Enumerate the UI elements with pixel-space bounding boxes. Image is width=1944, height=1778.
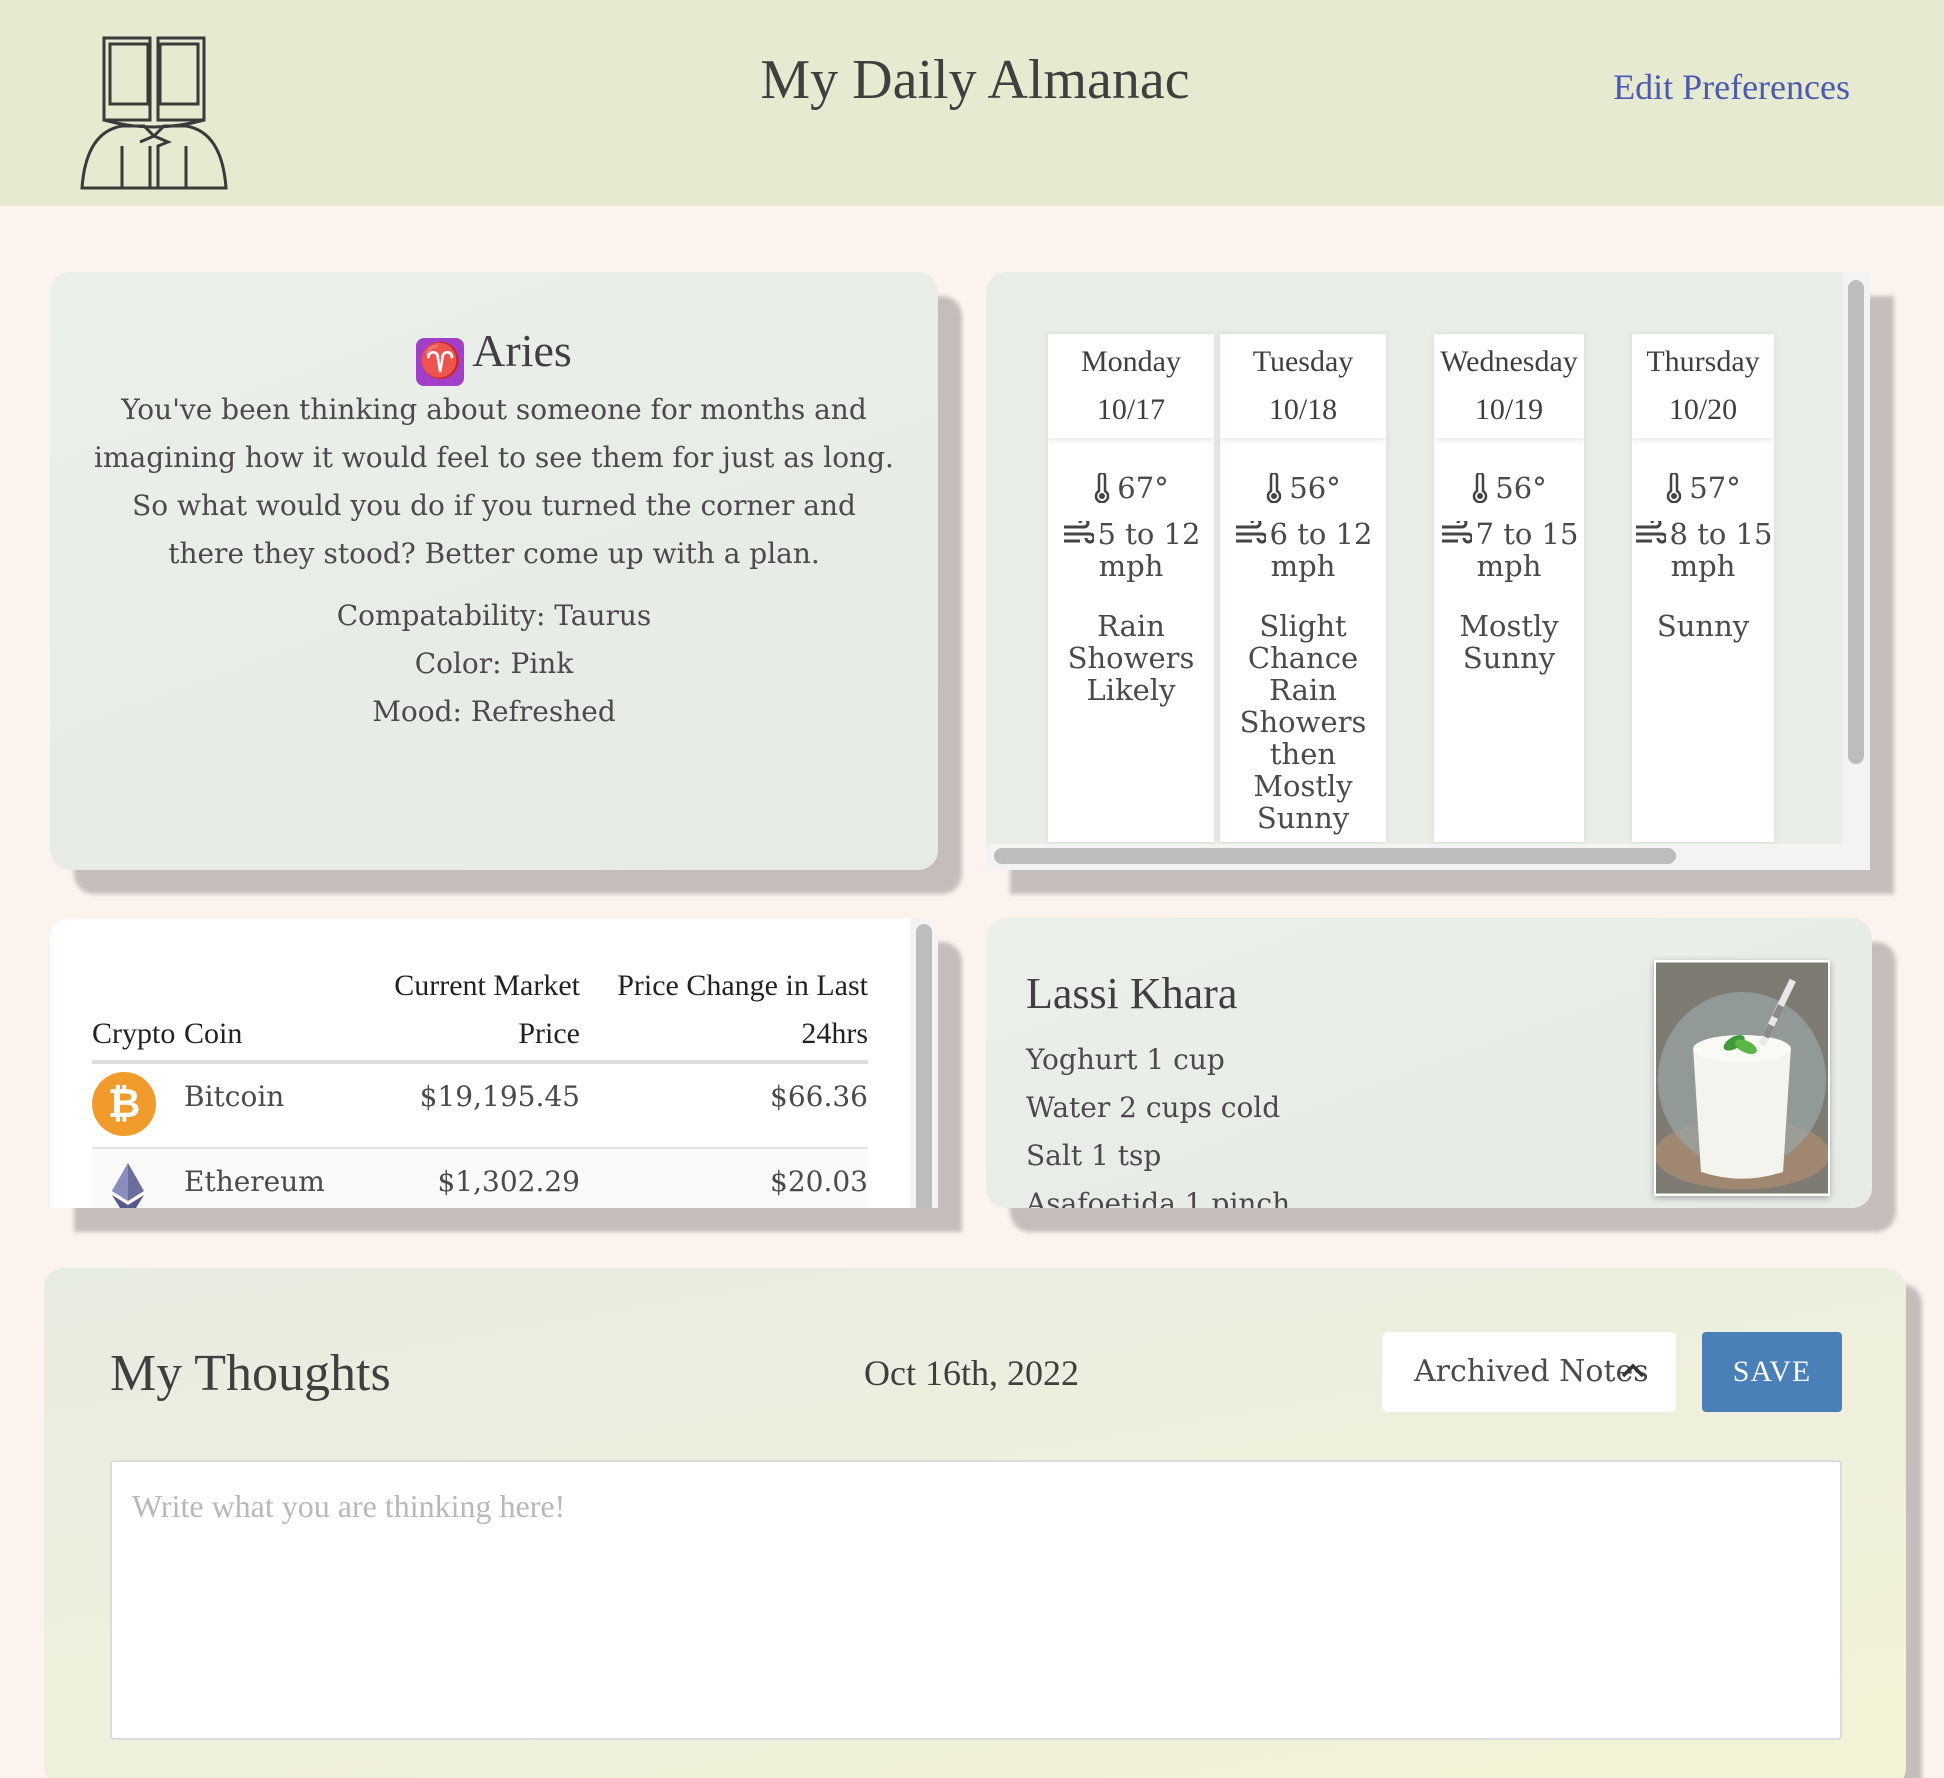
forecast-day: Thursday 10/20 57° 8 to 15 mph Sunny [1632,334,1774,842]
wind-icon [1235,517,1268,544]
recipe-photo [1654,960,1830,1196]
table-row[interactable]: ₿ Bitcoin $19,195.45 $66.36 [92,1062,868,1148]
forecast-day-header: Wednesday 10/19 [1434,334,1584,438]
thoughts-title: My Thoughts [110,1345,391,1402]
wind-value: 8 to 15 mph [1669,517,1773,583]
forecast-day: Tuesday 10/18 56° 6 to 12 mph Slight Cha… [1220,334,1386,842]
forecast-day-header: Thursday 10/20 [1632,334,1774,438]
wind-value: 7 to 15 mph [1475,517,1579,583]
day-name: Wednesday [1440,345,1578,378]
column-header: Crypto [92,962,184,1064]
thermometer-icon [1473,471,1488,504]
mood: Mood: Refreshed [372,695,616,728]
recipe-title: Lassi Khara [1026,969,1238,1018]
wind-icon [1063,517,1096,544]
forecast-text: Sunny [1656,609,1750,643]
coin-icon-cell: ₿ [92,1062,184,1148]
thermometer-icon [1267,471,1282,504]
thermometer-icon [1667,471,1682,504]
archived-notes-label: Archived Notes [1414,1354,1649,1389]
weather-card: Monday 10/17 67° 5 to 12 mph Rain Shower… [986,272,1870,870]
save-button[interactable]: SAVE [1702,1332,1842,1412]
coin-icon-cell [92,1147,184,1208]
day-name: Tuesday [1252,345,1354,378]
column-header: Current Market Price [358,962,580,1064]
column-header: Coin [184,962,358,1064]
forecast-text: Slight Chance Rain Showers then Mostly S… [1239,609,1367,835]
zodiac-heading: ♈ Aries [50,324,938,386]
forecast-day-body: 56° 6 to 12 mph Slight Chance Rain Showe… [1220,438,1386,834]
temperature-value: 56° [1495,471,1547,505]
forecast-day-body: 56° 7 to 15 mph Mostly Sunny [1434,438,1584,674]
wind: 7 to 15 mph [1434,517,1584,583]
day-name: Monday [1081,345,1181,378]
archived-notes-dropdown[interactable]: Archived Notes [1382,1332,1676,1412]
zodiac-sign: Aries [472,325,572,376]
wind-icon [1441,517,1474,544]
ingredient-item: Yoghurt 1 cup [1026,1043,1225,1076]
forecast-day-header: Monday 10/17 [1048,334,1214,438]
forecast-text: Rain Showers Likely [1067,609,1195,707]
edit-preferences-link[interactable]: Edit Preferences [1613,66,1850,108]
coin-name: Bitcoin [184,1080,285,1113]
day-date: 10/19 [1474,393,1544,426]
compatibility: Compatability: Taurus [336,599,652,632]
forecast-list: Monday 10/17 67° 5 to 12 mph Rain Shower… [1048,334,1828,842]
wind-icon [1635,517,1668,544]
chevron-up-icon [1621,1363,1645,1378]
horoscope-card: ♈ Aries You've been thinking about someon… [50,272,938,870]
thoughts-input[interactable] [110,1460,1842,1740]
ingredient-item: Salt 1 tsp [1026,1139,1162,1172]
thermometer-icon [1095,471,1110,504]
horoscope-facts: Compatability: Taurus Color: Pink Mood: … [50,592,938,736]
ethereum-icon [112,1163,144,1208]
ingredient-item: Water 2 cups cold [1026,1091,1281,1124]
thoughts-date: Oct 16th, 2022 [864,1353,1079,1393]
table-header-row: Crypto Coin Current Market Price Price C… [92,962,868,1064]
crypto-card: Crypto Coin Current Market Price Price C… [50,918,938,1208]
day-date: 10/17 [1096,393,1166,426]
temperature-value: 67° [1117,471,1169,505]
day-name: Thursday [1646,345,1760,378]
crypto-table: Crypto Coin Current Market Price Price C… [92,962,868,1208]
temperature: 67° [1048,471,1214,505]
forecast-day: Monday 10/17 67° 5 to 12 mph Rain Shower… [1048,334,1214,842]
temperature-value: 56° [1289,471,1341,505]
wind: 6 to 12 mph [1220,517,1386,583]
horizontal-scrollbar[interactable] [994,848,1676,864]
temperature-value: 57° [1689,471,1741,505]
forecast-day-body: 57° 8 to 15 mph Sunny [1632,438,1774,642]
temperature: 56° [1434,471,1584,505]
ingredient-list: Yoghurt 1 cup Water 2 cups cold Salt 1 t… [1026,1036,1290,1208]
aries-icon: ♈ [416,338,465,386]
market-price: $19,195.45 [419,1080,580,1113]
temperature: 56° [1220,471,1386,505]
market-price: $1,302.29 [358,1147,580,1208]
recipe-card: Lassi Khara Yoghurt 1 cup Water 2 cups c… [986,918,1872,1208]
forecast-text: Mostly Sunny [1459,609,1559,675]
horoscope-reading: You've been thinking about someone for m… [94,393,894,570]
wind-value: 6 to 12 mph [1269,517,1373,583]
day-date: 10/18 [1268,393,1338,426]
wind: 8 to 15 mph [1632,517,1774,583]
table-row[interactable]: Ethereum $1,302.29 $20.03 [92,1147,868,1208]
temperature: 57° [1632,471,1774,505]
wind-value: 5 to 12 mph [1097,517,1201,583]
vertical-scrollbar[interactable] [1848,280,1864,764]
ingredient-item: Asafoetida 1 pinch [1026,1187,1291,1208]
vertical-scrollbar[interactable] [916,924,932,1208]
forecast-day-body: 67° 5 to 12 mph Rain Showers Likely [1048,438,1214,706]
forecast-day: Wednesday 10/19 56° 7 to 15 mph Mostly S… [1434,334,1584,842]
price-change: $20.03 [580,1147,868,1208]
day-date: 10/20 [1668,393,1738,426]
wind: 5 to 12 mph [1048,517,1214,583]
coin-name: Ethereum [184,1147,358,1208]
price-change: $66.36 [770,1080,868,1113]
column-header: Price Change in Last 24hrs [580,962,868,1064]
app-header: My Daily Almanac Edit Preferences [0,0,1944,206]
lucky-color: Color: Pink [414,647,574,680]
thoughts-card: My Thoughts Oct 16th, 2022 Archived Note… [44,1268,1906,1778]
bitcoin-icon: ₿ [92,1072,156,1136]
forecast-day-header: Tuesday 10/18 [1220,334,1386,438]
